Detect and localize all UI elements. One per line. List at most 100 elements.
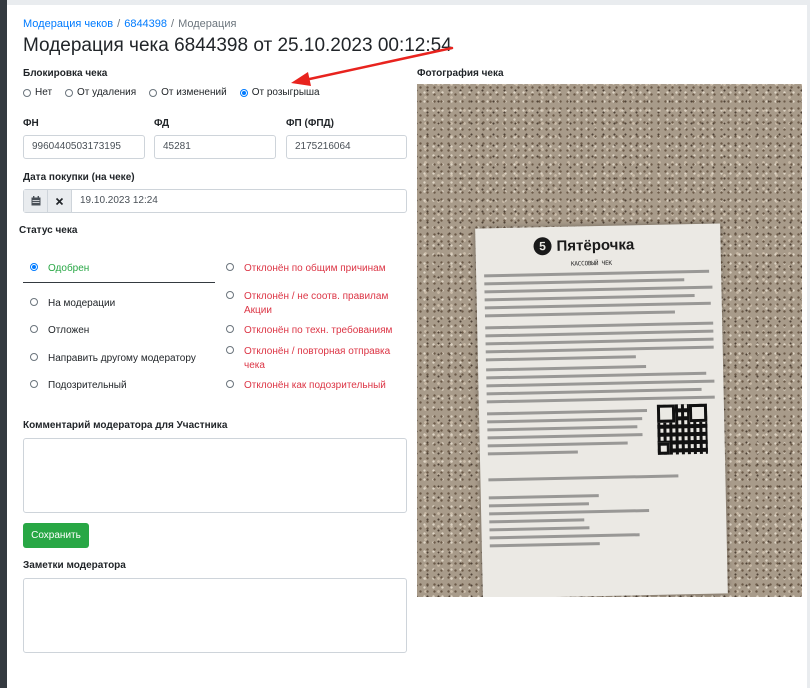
radio-icon[interactable] [226,346,234,354]
receipt-text-line [485,337,714,346]
status-option-label: Отклонён по общим причинам [244,263,386,274]
status-option-suspicious[interactable]: Подозрительный [30,379,127,393]
receipt-text-line [484,301,711,310]
radio-icon[interactable] [23,88,31,97]
status-option-rejected-general[interactable]: Отклонён по общим причинам [226,262,386,276]
receipt-brand: 5 Пятёрочка [533,235,635,256]
brand-logo-icon: 5 [533,237,552,256]
receipt-text-line [489,542,600,548]
receipt-text-line [484,278,685,286]
status-option-rejected-duplicate[interactable]: Отклонён / повторная отправка чека [226,345,401,373]
lock-label: Блокировка чека [23,68,108,79]
status-option-rejected-tech[interactable]: Отклонён по техн. требованиям [226,324,392,338]
receipt-text-line [485,355,636,362]
status-option-label: Отложен [48,325,90,336]
lock-option-none[interactable]: Нет [23,87,52,98]
lock-option-label: Нет [35,87,53,98]
status-option-rejected-suspicious[interactable]: Отклонён как подозрительный [226,379,386,393]
save-button[interactable]: Сохранить [23,523,89,548]
receipt-text-line [486,387,702,396]
notes-label: Заметки модератора [23,560,126,571]
receipt-text-line [485,345,714,354]
receipt-text-line [484,285,713,294]
receipt-text-line [488,502,589,508]
receipt-text-line [488,494,599,500]
calendar-icon[interactable] [24,190,48,212]
status-option-label: Отклонён / повторная отправка чека [244,346,391,371]
breadcrumb: Модерация чеков/6844398/Модерация [23,18,236,30]
radio-checked-icon[interactable] [30,263,38,271]
receipt-text-line [484,269,710,278]
breadcrumb-link-moderation[interactable]: Модерация чеков [23,18,113,30]
lock-option-delete[interactable]: От удаления [65,87,136,98]
receipt-brand-name: Пятёрочка [556,235,635,255]
lock-option-edit[interactable]: От изменений [149,87,227,98]
receipt-text-line [485,321,714,330]
page-title: Модерация чека 6844398 от 25.10.2023 00:… [23,35,452,56]
radio-icon[interactable] [226,263,234,271]
receipt-header-text: КАССОВЫЙ ЧЕК [570,259,612,268]
status-option-label: Одобрен [48,263,90,274]
receipt-text-line [489,526,590,532]
breadcrumb-separator: / [117,18,121,30]
receipt-text-line [487,409,648,416]
radio-icon[interactable] [226,325,234,333]
comment-label: Комментарий модератора для Участника [23,420,228,431]
receipt-text-line [488,474,679,482]
radio-icon[interactable] [149,88,158,97]
status-option-postponed[interactable]: Отложен [30,324,89,338]
receipt-text-line [485,329,714,338]
lock-option-draw[interactable]: От розыгрыша [239,87,320,98]
receipt-text-line [487,433,643,440]
receipt-text-line [484,294,695,302]
status-option-label: Подозрительный [48,380,127,391]
receipt-text-line [489,533,640,540]
left-sidebar-strip [0,0,7,688]
close-icon[interactable] [48,190,72,212]
status-option-forward[interactable]: Направить другому модератору [30,352,196,366]
receipt-text-line [486,371,707,380]
status-selected-underline [23,282,215,283]
purchase-date-input[interactable]: 19.10.2023 12:24 [72,190,158,212]
status-option-label: Направить другому модератору [48,353,196,364]
receipt-text-line [486,365,647,372]
breadcrumb-current: Модерация [178,18,237,30]
top-border [7,0,810,5]
notes-textarea[interactable] [23,578,407,653]
lock-radio-group: Нет От удаления От изменений От розыгрыш… [23,87,333,98]
status-option-rejected-rules[interactable]: Отклонён / не соотв. правилам Акции [226,290,401,318]
photo-label: Фотография чека [417,68,504,79]
receipt-text-line [487,417,643,424]
status-option-label: Отклонён как подозрительный [244,380,386,391]
comment-textarea[interactable] [23,438,407,513]
receipt-text-line [484,310,675,318]
receipt-text-line [487,450,578,456]
fd-input[interactable]: 45281 [154,135,276,159]
receipt-text-line [489,518,585,524]
radio-icon[interactable] [65,88,74,97]
purchase-date-group: 19.10.2023 12:24 [23,189,407,213]
radio-icon[interactable] [30,353,38,361]
radio-icon[interactable] [226,380,234,388]
status-option-approved[interactable]: Одобрен [30,262,89,276]
receipt-photo[interactable]: 5 Пятёрочка КАССОВЫЙ ЧЕК [417,84,802,597]
radio-checked-icon[interactable] [239,88,248,97]
radio-icon[interactable] [30,380,38,388]
radio-icon[interactable] [226,291,234,299]
receipt-text-line [487,425,638,432]
lock-option-label: От удаления [77,87,137,98]
fp-label: ФП (ФПД) [286,118,335,129]
status-option-on-moderation[interactable]: На модерации [30,297,115,311]
fn-label: ФН [23,118,39,129]
receipt-text-line [486,395,715,404]
fn-input[interactable]: 9960440503173195 [23,135,145,159]
radio-icon[interactable] [30,325,38,333]
status-option-label: Отклонён / не соотв. правилам Акции [244,291,389,316]
radio-icon[interactable] [30,298,38,306]
breadcrumb-link-receipt[interactable]: 6844398 [124,18,167,30]
fd-label: ФД [154,118,170,129]
status-label: Статус чека [19,225,78,236]
fp-input[interactable]: 2175216064 [286,135,407,159]
purchase-date-label: Дата покупки (на чеке) [23,172,135,183]
status-option-label: На модерации [48,298,116,309]
